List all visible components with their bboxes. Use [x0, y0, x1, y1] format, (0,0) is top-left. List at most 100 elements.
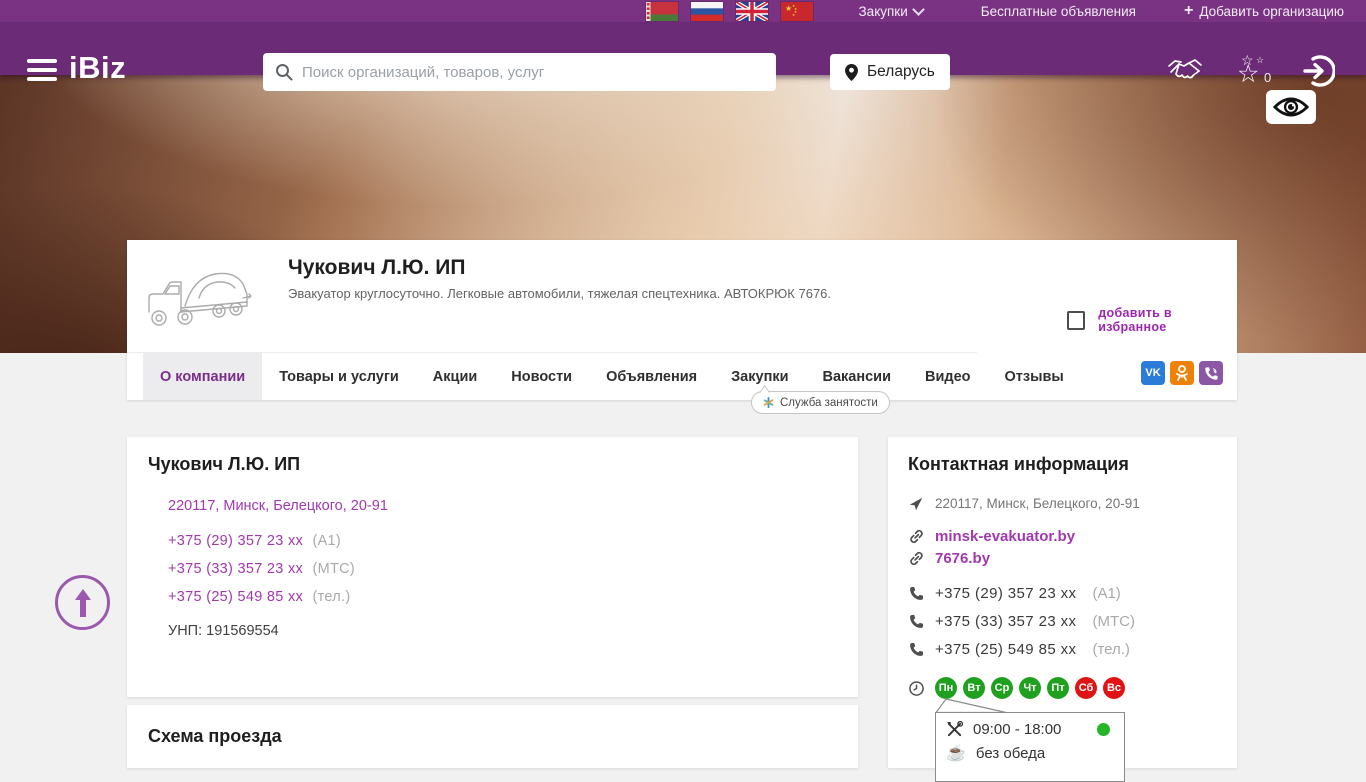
site-logo[interactable]: iBiz	[69, 50, 126, 86]
top-utility-bar: ★ ★ ★ ★ ★ Закупки Бесплатные объявления + …	[0, 0, 1366, 22]
location-label: Беларусь	[867, 63, 935, 80]
phone-link[interactable]: +375 (33) 357 23 xx	[168, 561, 303, 577]
phone-operator: (А1)	[312, 533, 342, 549]
chevron-down-icon	[911, 2, 925, 16]
star-icon: ☆	[1241, 52, 1254, 68]
employment-service-tooltip: Служба занятости	[751, 391, 890, 414]
eye-icon	[1273, 97, 1309, 117]
contact-card-title: Контактная информация	[908, 454, 1129, 474]
scroll-to-top-button[interactable]	[55, 575, 110, 630]
flag-uk-icon[interactable]	[735, 1, 768, 21]
search-icon	[276, 64, 293, 81]
tab-about[interactable]: О компании	[143, 353, 263, 400]
coffee-cup-icon: ☕	[946, 744, 966, 762]
navigation-arrow-icon	[908, 497, 924, 511]
phone-row: +375 (25) 549 85 xx (тел.)	[168, 589, 350, 605]
partners-handshake-icon[interactable]	[1167, 56, 1203, 88]
phone-operator: (тел.)	[312, 589, 351, 605]
viber-icon[interactable]	[1199, 361, 1223, 385]
flag-russia-icon[interactable]	[690, 1, 723, 21]
day-badge-sun[interactable]: Вс	[1103, 677, 1125, 699]
favorite-checkbox[interactable]	[1067, 310, 1086, 330]
add-to-favorites-control[interactable]: добавить в избранное	[1067, 306, 1237, 334]
phone-number[interactable]: +375 (33) 357 23 xx	[935, 613, 1076, 630]
phone-icon	[908, 614, 924, 629]
phone-icon	[908, 642, 924, 657]
contact-phone-row: +375 (29) 357 23 xx (А1)	[908, 585, 1121, 602]
company-logo-tow-truck	[148, 272, 252, 326]
topbar-add-organization-link[interactable]: + Добавить организацию	[1184, 2, 1344, 20]
employment-service-label: Служба занятости	[780, 396, 878, 409]
company-description: Эвакуатор круглосуточно. Легковые автомо…	[288, 286, 832, 301]
phone-link[interactable]: +375 (25) 549 85 xx	[168, 589, 303, 605]
social-links: VK	[1141, 361, 1223, 385]
search-bar[interactable]	[263, 53, 776, 91]
location-pin-icon	[845, 63, 858, 81]
website-row: 7676.by	[908, 550, 990, 567]
contact-info-card: Контактная информация 220117, Минск, Бел…	[888, 437, 1237, 782]
tab-promotions[interactable]: Акции	[416, 353, 494, 400]
main-header: iBiz Беларусь ☆ ☆ ☆ 0	[0, 22, 1366, 91]
topbar-procurement-menu[interactable]: Закупки	[858, 2, 925, 19]
company-profile-card: Чукович Л.Ю. ИП Эвакуатор круглосуточно.…	[127, 240, 1237, 400]
phone-row: +375 (29) 357 23 xx (А1)	[168, 533, 341, 549]
phone-row: +375 (33) 357 23 xx (МТС)	[168, 561, 355, 577]
company-unp: УНП: 191569554	[168, 623, 279, 639]
phone-operator: (А1)	[1092, 585, 1121, 602]
day-badge-mon[interactable]: Пн	[935, 677, 957, 699]
topbar-free-ads-link[interactable]: Бесплатные объявления	[981, 4, 1136, 19]
work-tools-icon	[946, 721, 963, 737]
day-badge-tue[interactable]: Вт	[963, 677, 985, 699]
day-badge-sat[interactable]: Сб	[1075, 677, 1097, 699]
favorites-count: 0	[1264, 70, 1272, 85]
star-icon: ☆	[1256, 55, 1265, 65]
info-card-title: Чукович Л.Ю. ИП	[148, 454, 301, 474]
procurement-label: Закупки	[858, 3, 908, 19]
day-badge-wed[interactable]: Ср	[991, 677, 1013, 699]
phone-icon	[908, 586, 924, 601]
contact-address: 220117, Минск, Белецкого, 20-91	[935, 496, 1140, 511]
phone-number[interactable]: +375 (25) 549 85 xx	[935, 641, 1076, 658]
hours-popup-pointer	[934, 698, 1007, 713]
phone-link[interactable]: +375 (29) 357 23 xx	[168, 533, 303, 549]
login-icon[interactable]	[1303, 55, 1335, 87]
flag-china-icon[interactable]: ★ ★★ ★★	[780, 1, 813, 21]
language-switcher: ★ ★ ★ ★ ★	[645, 1, 813, 21]
company-address-link[interactable]: 220117, Минск, Белецкого, 20-91	[168, 498, 388, 514]
website-link[interactable]: minsk-evakuator.by	[935, 528, 1075, 545]
company-name: Чукович Л.Ю. ИП	[288, 256, 466, 279]
contact-address-row: 220117, Минск, Белецкого, 20-91	[908, 496, 1140, 511]
location-selector-button[interactable]: Беларусь	[830, 54, 950, 90]
arrow-up-icon	[74, 588, 91, 617]
link-icon	[908, 529, 924, 544]
tab-products-services[interactable]: Товары и услуги	[262, 353, 416, 400]
directions-map-card: Схема проезда	[127, 705, 858, 768]
add-org-label: Добавить организацию	[1199, 3, 1344, 19]
views-eye-badge[interactable]	[1266, 90, 1316, 124]
website-link[interactable]: 7676.by	[935, 550, 990, 567]
website-row: minsk-evakuator.by	[908, 528, 1075, 545]
day-badge-fri[interactable]: Пт	[1047, 677, 1069, 699]
tab-news[interactable]: Новости	[494, 353, 589, 400]
clock-icon	[908, 680, 924, 696]
contact-phone-row: +375 (25) 549 85 xx (тел.)	[908, 641, 1130, 658]
map-card-title: Схема проезда	[148, 726, 282, 746]
link-icon	[908, 551, 924, 566]
favorites-stars-icon[interactable]: ☆ ☆ ☆ 0	[1237, 52, 1279, 90]
open-now-dot	[1097, 723, 1110, 736]
vk-icon[interactable]: VK	[1141, 361, 1165, 385]
employment-service-asterisk-icon	[763, 397, 774, 408]
odnoklassniki-icon[interactable]	[1170, 361, 1194, 385]
free-ads-label: Бесплатные объявления	[980, 3, 1136, 19]
search-input[interactable]	[302, 63, 764, 81]
working-hours-time: 09:00 - 18:00	[973, 721, 1062, 738]
company-info-card: Чукович Л.Ю. ИП 220117, Минск, Белецкого…	[127, 437, 858, 697]
day-badge-thu[interactable]: Чт	[1019, 677, 1041, 699]
tab-reviews[interactable]: Отзывы	[988, 353, 1081, 400]
flag-belarus-icon[interactable]	[645, 1, 678, 21]
phone-number[interactable]: +375 (29) 357 23 xx	[935, 585, 1076, 602]
tab-ads[interactable]: Объявления	[589, 353, 714, 400]
menu-hamburger-icon[interactable]	[27, 59, 57, 82]
tab-video[interactable]: Видео	[908, 353, 988, 400]
phone-operator: (тел.)	[1092, 641, 1130, 658]
